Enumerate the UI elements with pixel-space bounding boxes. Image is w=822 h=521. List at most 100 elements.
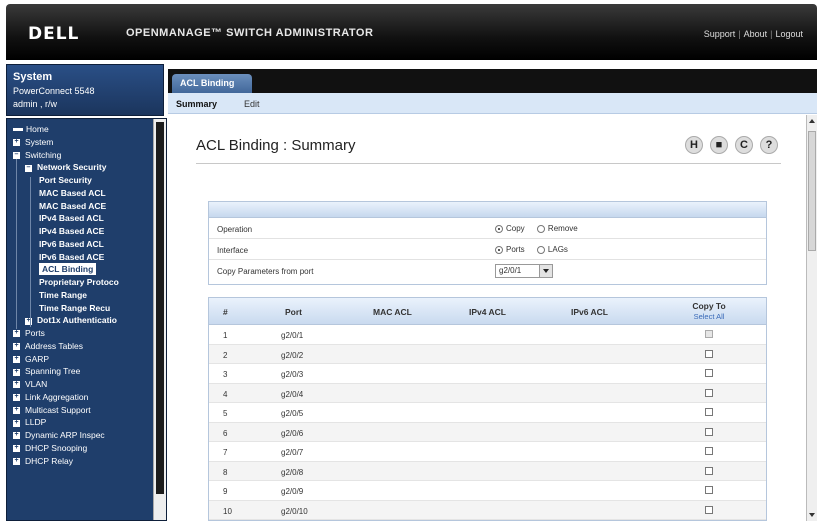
tree-item-label: Time Range Recu	[39, 302, 111, 313]
tree-item-ipv4-based-ace[interactable]: IPv4 Based ACE	[39, 225, 104, 237]
expand-icon[interactable]: +	[13, 444, 20, 452]
copy-to-checkbox[interactable]	[705, 466, 713, 475]
help-icon[interactable]: ?	[760, 136, 778, 154]
tree-item-label: System	[25, 136, 54, 147]
copy-to-checkbox[interactable]	[705, 369, 713, 377]
tree-item-ports[interactable]: + Ports	[13, 327, 45, 339]
operation-remove-radio[interactable]	[536, 224, 545, 233]
tree-item-network-security[interactable]: – Network Security	[25, 161, 106, 173]
save-icon[interactable]: H	[685, 136, 703, 154]
tree-item-label: IPv4 Based ACE	[39, 226, 105, 236]
tree-item-label: DHCP Relay	[25, 455, 74, 466]
tree-item-dynamic-arp-inspec[interactable]: + Dynamic ARP Inspec	[13, 429, 105, 441]
refresh-icon[interactable]: C	[735, 136, 753, 154]
tree-item-acl-binding[interactable]: ACL Binding	[39, 263, 97, 276]
tree-item-dot1x-authenticatio[interactable]: + Dot1x Authenticatio	[25, 314, 117, 326]
subnav-edit[interactable]: Edit	[244, 99, 260, 109]
expand-icon[interactable]: +	[13, 138, 20, 146]
table-row: 7 g2/0/7	[209, 442, 766, 462]
copy-to-checkbox[interactable]	[705, 505, 713, 514]
tree-item-spanning-tree[interactable]: + Spanning Tree	[13, 365, 80, 377]
support-link[interactable]: Support	[704, 29, 736, 39]
copy-to-checkbox[interactable]	[705, 388, 713, 397]
tree-item-dhcp-snooping[interactable]: + DHCP Snooping	[13, 442, 87, 454]
scroll-down-icon[interactable]	[809, 513, 815, 517]
main-content: ACL Binding : Summary H ■ C? Operation Cop…	[168, 115, 806, 521]
tree-item-lldp[interactable]: + LLDP	[13, 416, 46, 428]
expand-icon[interactable]: +	[13, 431, 20, 440]
copy-params-select[interactable]: g2/0/1	[495, 264, 553, 278]
tree-item-label: VLAN	[25, 379, 48, 389]
row-number: 2	[223, 350, 228, 360]
logout-link[interactable]: Logout	[775, 29, 803, 39]
tree-item-ipv4-based-acl[interactable]: IPv4 Based ACL	[39, 212, 104, 224]
tree-item-address-tables[interactable]: + Address Tables	[13, 340, 83, 352]
tree-connector	[30, 177, 31, 327]
expand-icon[interactable]: +	[13, 380, 20, 389]
tree-item-label: Switching	[25, 149, 62, 160]
expand-icon[interactable]: +	[13, 406, 20, 414]
tree-item-vlan[interactable]: + VLAN	[13, 378, 47, 390]
tree-item-time-range-recu[interactable]: Time Range Recu	[39, 302, 110, 314]
tree-item-mac-based-acl[interactable]: MAC Based ACL	[39, 187, 106, 199]
select-all-link[interactable]: Select All	[679, 312, 739, 321]
tree-item-switching[interactable]: – Switching	[13, 149, 61, 161]
tree-item-label: Spanning Tree	[25, 366, 81, 377]
tree-item-link-aggregation[interactable]: + Link Aggregation	[13, 391, 88, 403]
copy-to-checkbox[interactable]	[705, 427, 713, 436]
link-separator: |	[738, 29, 741, 39]
scroll-up-icon[interactable]	[809, 119, 815, 123]
tree-item-label: DHCP Snooping	[25, 442, 88, 453]
copy-to-checkbox[interactable]	[705, 486, 713, 494]
tree-item-port-security[interactable]: Port Security	[39, 174, 92, 186]
tree-item-proprietary-protoco[interactable]: Proprietary Protoco	[39, 276, 119, 288]
main-scroll-thumb[interactable]	[808, 131, 816, 251]
collapse-icon[interactable]: –	[13, 151, 20, 159]
tree-item-multicast-support[interactable]: + Multicast Support	[13, 404, 91, 416]
tree-item-time-range[interactable]: Time Range	[39, 289, 87, 301]
interface-lags-radio[interactable]	[536, 245, 545, 254]
tree-item-garp[interactable]: + GARP	[13, 353, 49, 365]
copy-to-checkbox[interactable]	[705, 447, 713, 455]
tree-item-home[interactable]: Home	[13, 123, 49, 135]
about-link[interactable]: About	[744, 29, 768, 39]
table-row: 5 g2/0/5	[209, 403, 766, 423]
system-title[interactable]: System	[13, 71, 52, 83]
expand-icon[interactable]: +	[13, 368, 20, 376]
operation-radio-group: Copy Remove	[495, 224, 588, 233]
copy-to-checkbox[interactable]	[705, 408, 713, 416]
col-header-ipv6-acl: IPv6 ACL	[571, 307, 609, 317]
tree-item-ipv6-based-ace[interactable]: IPv6 Based ACE	[39, 251, 104, 263]
expand-icon[interactable]: +	[13, 329, 20, 338]
home-icon	[13, 128, 23, 132]
copy-to-checkbox[interactable]	[705, 349, 713, 358]
col-header-copy-to: Copy To Select All	[679, 301, 739, 321]
row-number: 3	[223, 370, 228, 379]
subnav-summary[interactable]: Summary	[176, 99, 217, 109]
tab-acl-binding[interactable]: ACL Binding	[172, 74, 252, 94]
row-port: g2/0/9	[281, 487, 304, 496]
print-icon[interactable]: ■	[710, 136, 728, 154]
expand-icon[interactable]: +	[13, 342, 20, 350]
operation-copy-label: Copy	[506, 224, 525, 233]
row-port: g2/0/6	[281, 428, 304, 438]
tree-scrollbar[interactable]	[153, 119, 166, 520]
expand-icon[interactable]: +	[13, 457, 20, 465]
row-port: g2/0/7	[281, 448, 304, 457]
tree-item-mac-based-ace[interactable]: MAC Based ACE	[39, 200, 106, 212]
expand-icon[interactable]: +	[13, 419, 20, 427]
tree-scroll-thumb[interactable]	[156, 122, 164, 494]
row-number: 9	[223, 487, 228, 496]
main-scrollbar[interactable]	[806, 115, 817, 521]
operation-copy-radio[interactable]	[495, 224, 503, 233]
tree-item-ipv6-based-acl[interactable]: IPv6 Based ACL	[39, 238, 104, 250]
interface-ports-radio[interactable]	[495, 245, 503, 254]
expand-icon[interactable]: +	[13, 355, 20, 363]
expand-icon[interactable]: +	[13, 393, 20, 401]
tree-item-dhcp-relay[interactable]: + DHCP Relay	[13, 455, 73, 467]
tree-item-system[interactable]: + System	[13, 136, 53, 148]
interface-radio-group: Ports LAGs	[495, 245, 578, 254]
collapse-icon[interactable]: –	[25, 164, 32, 172]
tree-item-label: IPv6 Based ACL	[39, 238, 104, 249]
copy-params-control: g2/0/1	[495, 264, 553, 278]
